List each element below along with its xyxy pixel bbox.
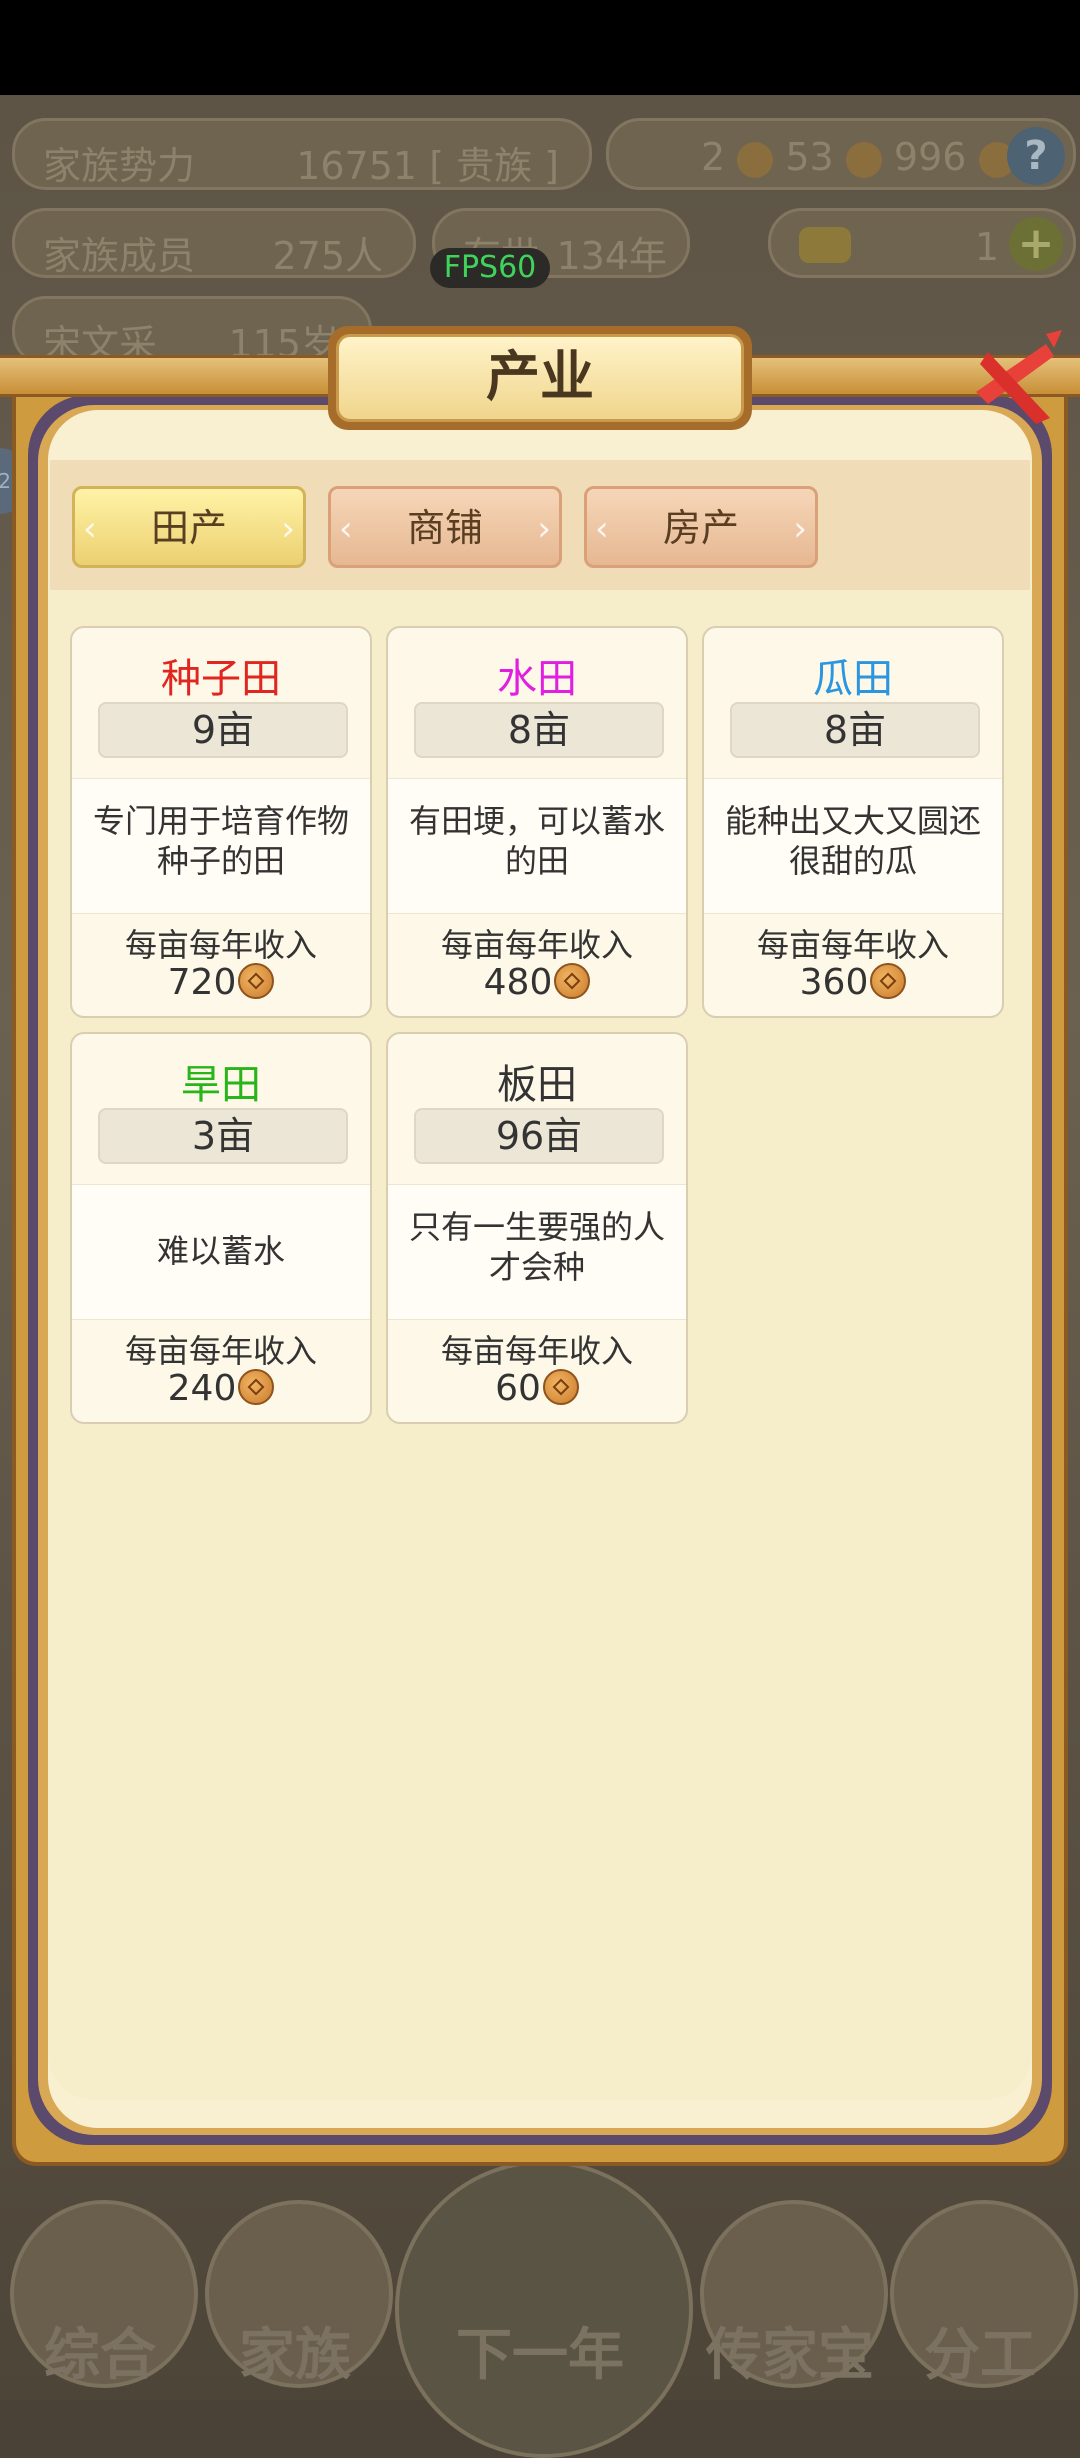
income-row: 60 <box>388 1368 686 1409</box>
field-description: 难以蓄水 <box>156 1232 285 1270</box>
tab-right-chevron-icon: › <box>281 509 295 549</box>
field-area: 3亩 <box>98 1108 348 1164</box>
status-bar <box>0 0 1080 95</box>
tab-fields-label: 田产 <box>150 506 227 550</box>
field-description: 有田埂，可以蓄水的田 <box>408 802 665 880</box>
gold-ingot-icon <box>799 227 851 263</box>
income-label: 每亩每年收入 <box>124 926 317 964</box>
income-label: 每亩每年收入 <box>440 926 633 964</box>
field-desc-band: 只有一生要强的人才会种 <box>388 1184 686 1320</box>
members-label: 家族成员 <box>43 234 196 278</box>
dialog-title: 产业 <box>336 334 744 422</box>
tab-left-chevron-icon: ‹ <box>595 509 609 549</box>
currency-values: 2 53 996 <box>701 135 1015 179</box>
tab-right-chevron-icon: › <box>537 509 551 549</box>
members-value: 275人 <box>272 234 383 278</box>
field-description: 能种出又大又圆还很甜的瓜 <box>724 802 981 880</box>
copper-coin-icon <box>554 963 591 999</box>
income-value: 240 <box>167 1368 237 1409</box>
nav-next-year[interactable]: 下一年 <box>395 2160 693 2458</box>
income-row: 720 <box>72 962 370 1003</box>
family-power-value-group: 16751 [ 贵族 ] <box>296 135 559 190</box>
tab-left-chevron-icon: ‹ <box>339 509 353 549</box>
income-row: 360 <box>704 962 1002 1003</box>
income-row: 240 <box>72 1368 370 1409</box>
field-card-paddy[interactable]: 水田 8亩 有田埂，可以蓄水的田 每亩每年收入 480 <box>386 626 688 1018</box>
field-card-dry[interactable]: 旱田 3亩 难以蓄水 每亩每年收入 240 <box>70 1032 372 1424</box>
family-power-panel: 家族势力 16751 [ 贵族 ] <box>12 118 592 190</box>
ingot-count: 1 <box>974 225 999 269</box>
copper-count: 996 <box>893 135 967 179</box>
gold-count: 2 <box>701 135 726 179</box>
close-button[interactable] <box>958 322 1068 432</box>
field-card-melon[interactable]: 瓜田 8亩 能种出又大又圆还很甜的瓜 每亩每年收入 360 <box>702 626 1004 1018</box>
copper-coin-icon <box>542 1369 579 1405</box>
nav-overview[interactable]: 综合 <box>0 2160 200 2400</box>
bottom-navigation: 综合 家族 下一年 传家宝 分工 <box>0 2160 1080 2458</box>
field-desc-band: 有田埂，可以蓄水的田 <box>388 778 686 914</box>
field-desc-band: 专门用于培育作物种子的田 <box>72 778 370 914</box>
field-description: 只有一生要强的人才会种 <box>408 1208 665 1286</box>
family-power-tag: [ 贵族 ] <box>429 144 559 188</box>
nav-family[interactable]: 家族 <box>195 2160 395 2400</box>
silver-count: 53 <box>785 135 834 179</box>
field-area: 8亩 <box>414 702 664 758</box>
help-button[interactable]: ? <box>1007 127 1065 185</box>
income-label: 每亩每年收入 <box>756 926 949 964</box>
nav-heirloom-label: 传家宝 <box>706 2323 874 2388</box>
field-area: 96亩 <box>414 1108 664 1164</box>
field-description: 专门用于培育作物种子的田 <box>92 802 349 880</box>
silver-bar-icon <box>845 141 882 178</box>
fps-counter: FPS60 <box>430 248 550 288</box>
field-name: 瓜田 <box>813 656 893 702</box>
family-power-label: 家族势力 <box>43 144 196 188</box>
field-desc-band: 能种出又大又圆还很甜的瓜 <box>704 778 1002 914</box>
income-value: 720 <box>167 962 237 1003</box>
copper-coin-icon <box>870 963 907 999</box>
nav-overview-label: 综合 <box>44 2323 156 2388</box>
tab-shops[interactable]: ‹ 商铺 › <box>328 486 562 568</box>
field-desc-band: 难以蓄水 <box>72 1184 370 1320</box>
nav-next-year-label: 下一年 <box>456 2323 624 2388</box>
field-area: 8亩 <box>730 702 980 758</box>
field-name: 种子田 <box>161 656 281 702</box>
income-label: 每亩每年收入 <box>440 1332 633 1370</box>
tab-houses[interactable]: ‹ 房产 › <box>584 486 818 568</box>
income-value: 60 <box>495 1368 541 1409</box>
nav-division-label: 分工 <box>924 2323 1036 2388</box>
ingot-panel: 1 + <box>768 208 1076 278</box>
field-name: 旱田 <box>181 1062 261 1108</box>
income-value: 480 <box>483 962 553 1003</box>
add-ingot-button[interactable]: + <box>1009 217 1063 271</box>
close-icon <box>976 330 1062 424</box>
tab-right-chevron-icon: › <box>793 509 807 549</box>
copper-coin-icon <box>238 963 275 999</box>
dialog-title-plate: 产业 <box>328 326 752 430</box>
currency-panel: 2 53 996 ? <box>606 118 1076 190</box>
nav-heirloom[interactable]: 传家宝 <box>690 2160 890 2400</box>
nav-family-label: 家族 <box>239 2323 351 2388</box>
members-panel: 家族成员 275人 <box>12 208 416 278</box>
gold-bar-icon <box>737 141 774 178</box>
field-card-board[interactable]: 板田 96亩 只有一生要强的人才会种 每亩每年收入 60 <box>386 1032 688 1424</box>
mountain-icon <box>395 2160 693 2458</box>
tab-left-chevron-icon: ‹ <box>83 509 97 549</box>
field-name: 板田 <box>497 1062 577 1108</box>
field-area: 9亩 <box>98 702 348 758</box>
existed-value: 134年 <box>556 234 667 278</box>
tab-fields[interactable]: ‹ 田产 › <box>72 486 306 568</box>
copper-coin-icon <box>238 1369 275 1405</box>
tab-shops-label: 商铺 <box>406 506 483 550</box>
income-value: 360 <box>799 962 869 1003</box>
income-row: 480 <box>388 962 686 1003</box>
nav-division[interactable]: 分工 <box>880 2160 1080 2400</box>
tab-houses-label: 房产 <box>662 506 739 550</box>
field-name: 水田 <box>497 656 577 702</box>
field-card-seed[interactable]: 种子田 9亩 专门用于培育作物种子的田 每亩每年收入 720 <box>70 626 372 1018</box>
family-power-value: 16751 <box>296 144 418 188</box>
income-label: 每亩每年收入 <box>124 1332 317 1370</box>
